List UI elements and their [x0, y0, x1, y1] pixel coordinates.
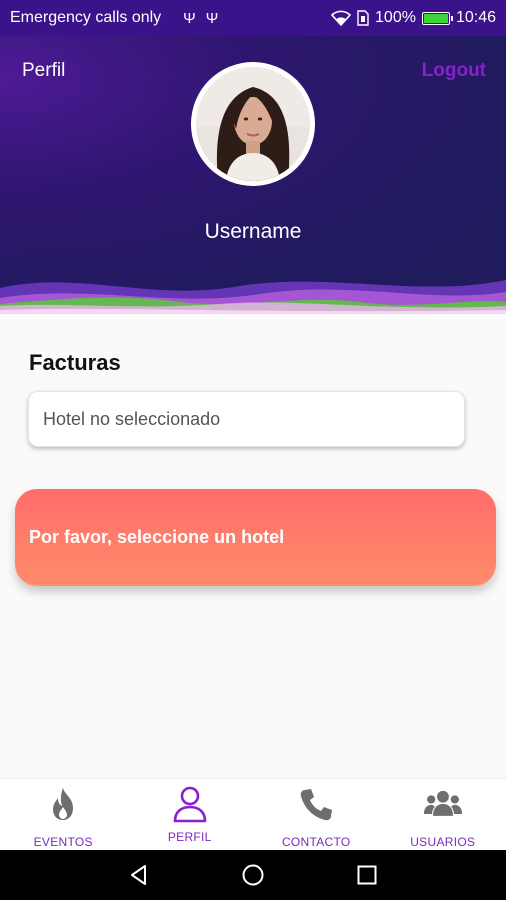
alert-text: Por favor, seleccione un hotel [29, 527, 285, 547]
nav-label: EVENTOS [33, 835, 93, 849]
main-content: Facturas Hotel no seleccionado Por favor… [0, 314, 506, 778]
nav-item-eventos[interactable]: EVENTOS [0, 779, 127, 850]
back-icon[interactable] [127, 863, 151, 887]
status-bar: Emergency calls only Ψ Ψ 100% 10:46 [0, 0, 506, 36]
sim-icon [357, 10, 369, 26]
nav-item-perfil[interactable]: PERFIL [127, 779, 254, 850]
select-hotel-alert: Por favor, seleccione un hotel [15, 489, 496, 586]
logout-button[interactable]: Logout [422, 60, 486, 82]
nav-label: USUARIOS [410, 835, 476, 849]
person-icon [173, 786, 207, 823]
hotel-select-value: Hotel no seleccionado [43, 408, 221, 429]
battery-icon [421, 11, 453, 25]
battery-percent: 100% [375, 9, 416, 26]
nav-label: PERFIL [167, 830, 212, 844]
carrier-text: Emergency calls only [10, 9, 162, 26]
usb-icon: Ψ [183, 9, 196, 27]
nav-item-usuarios[interactable]: USUARIOS [380, 779, 506, 850]
clock: 10:46 [455, 9, 496, 26]
hotel-select[interactable]: Hotel no seleccionado [28, 391, 465, 447]
usb-icon: Ψ [205, 9, 219, 27]
recents-icon[interactable] [355, 863, 379, 887]
section-title: Facturas [29, 350, 121, 375]
avatar [191, 62, 315, 186]
usb-icons: Ψ Ψ [183, 10, 218, 27]
header-wave-decoration [0, 280, 506, 314]
nav-item-contacto[interactable]: CONTACTO [253, 779, 380, 850]
phone-icon [300, 789, 333, 821]
page-title: Perfil [22, 60, 66, 81]
status-right: 100% 10:46 [331, 9, 496, 27]
flame-icon [53, 788, 74, 820]
profile-header: Perfil Logout Username [0, 36, 506, 314]
bottom-navigation: EVENTOS PERFIL CONTACTO USUARIOS [0, 778, 506, 850]
home-icon[interactable] [241, 863, 265, 887]
wifi-icon [331, 10, 352, 26]
users-icon [423, 790, 462, 816]
nav-label: CONTACTO [281, 835, 351, 849]
username-label: Username [204, 220, 302, 243]
system-navigation-bar [0, 850, 506, 900]
profile-photo [196, 67, 310, 181]
